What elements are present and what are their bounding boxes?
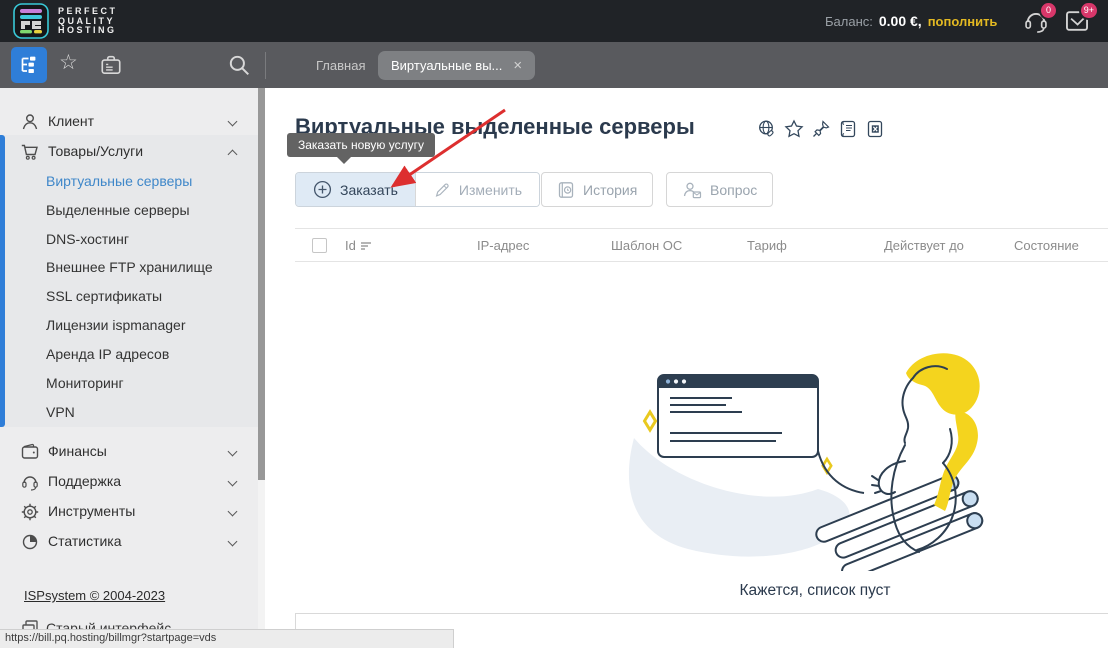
sidebar: Клиент Товары/Услуги Виртуальные серверы…: [0, 88, 265, 648]
sidebar-section-client[interactable]: Клиент: [0, 107, 258, 137]
tooltip-order-new-service: Заказать новую услугу: [287, 133, 435, 157]
sidebar-section-label: Инструменты: [48, 503, 135, 519]
select-all-checkbox[interactable]: [312, 238, 327, 253]
sidebar-item-ispmanager-licenses[interactable]: Лицензии ispmanager: [46, 310, 186, 339]
question-button[interactable]: Вопрос: [666, 172, 773, 207]
mail-badge: 9+: [1081, 3, 1097, 18]
column-header-valid-until: Действует до: [884, 238, 964, 253]
search-icon[interactable]: [227, 53, 251, 82]
sidebar-section-products[interactable]: Товары/Услуги: [0, 137, 258, 167]
support-badge: 0: [1041, 3, 1056, 18]
briefcase-icon[interactable]: [99, 53, 123, 82]
chevron-up-icon: [228, 150, 238, 160]
brand-logo-icon: [13, 3, 49, 39]
toolbar-divider: [265, 52, 266, 79]
cart-icon: [20, 142, 40, 162]
tab-label: Виртуальные вы...: [391, 58, 502, 73]
web-link-icon[interactable]: [757, 119, 777, 139]
user-icon: [20, 112, 40, 132]
sidebar-item-ftp-storage[interactable]: Внешнее FTP хранилище: [46, 252, 213, 281]
sidebar-item-monitoring[interactable]: Мониторинг: [46, 368, 124, 397]
column-header-state: Состояние: [1014, 238, 1079, 253]
pin-icon[interactable]: [811, 119, 831, 139]
top-bar: PERFECT QUALITY HOSTING Баланс: 0.00 €, …: [0, 0, 1108, 42]
chevron-down-icon: [228, 477, 238, 487]
sidebar-section-statistics[interactable]: Статистика: [0, 527, 258, 557]
pencil-icon: [433, 181, 451, 199]
table-header-row: Id IP-адрес Шаблон ОС Тариф Действует до…: [295, 228, 1108, 262]
sidebar-section-label: Финансы: [48, 443, 107, 459]
support-headset-icon[interactable]: 0: [1023, 8, 1049, 34]
question-button-label: Вопрос: [710, 182, 757, 198]
export-excel-icon[interactable]: [865, 119, 885, 139]
sidebar-item-vpn[interactable]: VPN: [46, 397, 75, 426]
column-header-label: Id: [345, 238, 356, 253]
history-button-label: История: [583, 182, 637, 198]
brand-logo-text: PERFECT QUALITY HOSTING: [58, 7, 118, 36]
mail-icon[interactable]: 9+: [1064, 8, 1090, 34]
ispsystem-copyright-link[interactable]: ISPsystem © 2004-2023: [24, 588, 165, 603]
tab-home[interactable]: Главная: [316, 42, 365, 88]
gear-icon: [20, 502, 40, 522]
history-journal-icon: [557, 181, 575, 199]
browser-status-bar: https://bill.pq.hosting/billmgr?startpag…: [0, 629, 454, 648]
chevron-down-icon: [228, 447, 238, 457]
sidebar-section-label: Статистика: [48, 533, 122, 549]
sidebar-section-finance[interactable]: Финансы: [0, 437, 258, 467]
history-button[interactable]: История: [541, 172, 653, 207]
sidebar-section-tools[interactable]: Инструменты: [0, 497, 258, 527]
sidebar-section-support[interactable]: Поддержка: [0, 467, 258, 497]
title-action-icons: [757, 119, 885, 139]
order-button[interactable]: Заказать: [296, 173, 415, 206]
empty-list-message: Кажется, список пуст: [620, 582, 1010, 600]
menu-tree-button[interactable]: [11, 47, 47, 83]
sort-icon[interactable]: [360, 239, 372, 254]
empty-state-illustration: [620, 343, 1005, 571]
sidebar-scrollbar-thumb[interactable]: [258, 88, 265, 480]
tab-virtual-servers[interactable]: Виртуальные вы... ×: [378, 51, 535, 80]
sidebar-item-ip-rent[interactable]: Аренда IP адресов: [46, 339, 169, 368]
sidebar-item-virtual-servers[interactable]: Виртуальные серверы: [46, 166, 192, 195]
chevron-down-icon: [228, 537, 238, 547]
balance-block: Баланс: 0.00 €, пополнить: [825, 0, 997, 42]
sidebar-item-ssl[interactable]: SSL сертификаты: [46, 281, 162, 310]
sidebar-section-label: Товары/Услуги: [48, 143, 143, 159]
sidebar-item-dns-hosting[interactable]: DNS-хостинг: [46, 224, 129, 253]
balance-value: 0.00 €,: [879, 13, 922, 29]
person-message-icon: [682, 181, 702, 199]
sidebar-item-dedicated-servers[interactable]: Выделенные серверы: [46, 195, 190, 224]
headset-icon: [20, 472, 40, 492]
sidebar-section-label: Клиент: [48, 113, 94, 129]
edit-button-label: Изменить: [459, 182, 522, 198]
chevron-down-icon: [228, 507, 238, 517]
topup-link[interactable]: пополнить: [928, 14, 998, 29]
tree-icon: [19, 55, 39, 75]
chevron-down-icon: [228, 117, 238, 127]
pie-chart-icon: [20, 532, 40, 552]
report-list-icon[interactable]: [838, 119, 858, 139]
order-edit-button-group: Заказать Изменить: [295, 172, 540, 207]
column-header-ip: IP-адрес: [477, 238, 529, 253]
logo-line: HOSTING: [58, 26, 118, 36]
expanded-group-accent-bar: [0, 135, 5, 427]
main-content: Виртуальные выделенные серверы Заказать …: [265, 88, 1108, 648]
nav-toolbar: ☆ Главная Виртуальные вы... ×: [0, 42, 1108, 88]
order-button-label: Заказать: [340, 182, 398, 198]
sidebar-section-label: Поддержка: [48, 473, 121, 489]
favorite-star-icon[interactable]: [784, 119, 804, 139]
sidebar-scrollbar-track: [258, 88, 265, 648]
column-header-tariff: Тариф: [747, 238, 787, 253]
balance-label: Баланс:: [825, 14, 873, 29]
favorites-star-icon[interactable]: ☆: [59, 50, 78, 75]
tab-close-icon[interactable]: ×: [513, 58, 522, 73]
column-header-id: Id: [345, 238, 372, 254]
app-window: PERFECT QUALITY HOSTING Баланс: 0.00 €, …: [0, 0, 1108, 648]
plus-circle-icon: [313, 180, 332, 199]
column-header-os-template: Шаблон ОС: [611, 238, 682, 253]
edit-button[interactable]: Изменить: [415, 173, 539, 206]
wallet-icon: [20, 442, 40, 462]
